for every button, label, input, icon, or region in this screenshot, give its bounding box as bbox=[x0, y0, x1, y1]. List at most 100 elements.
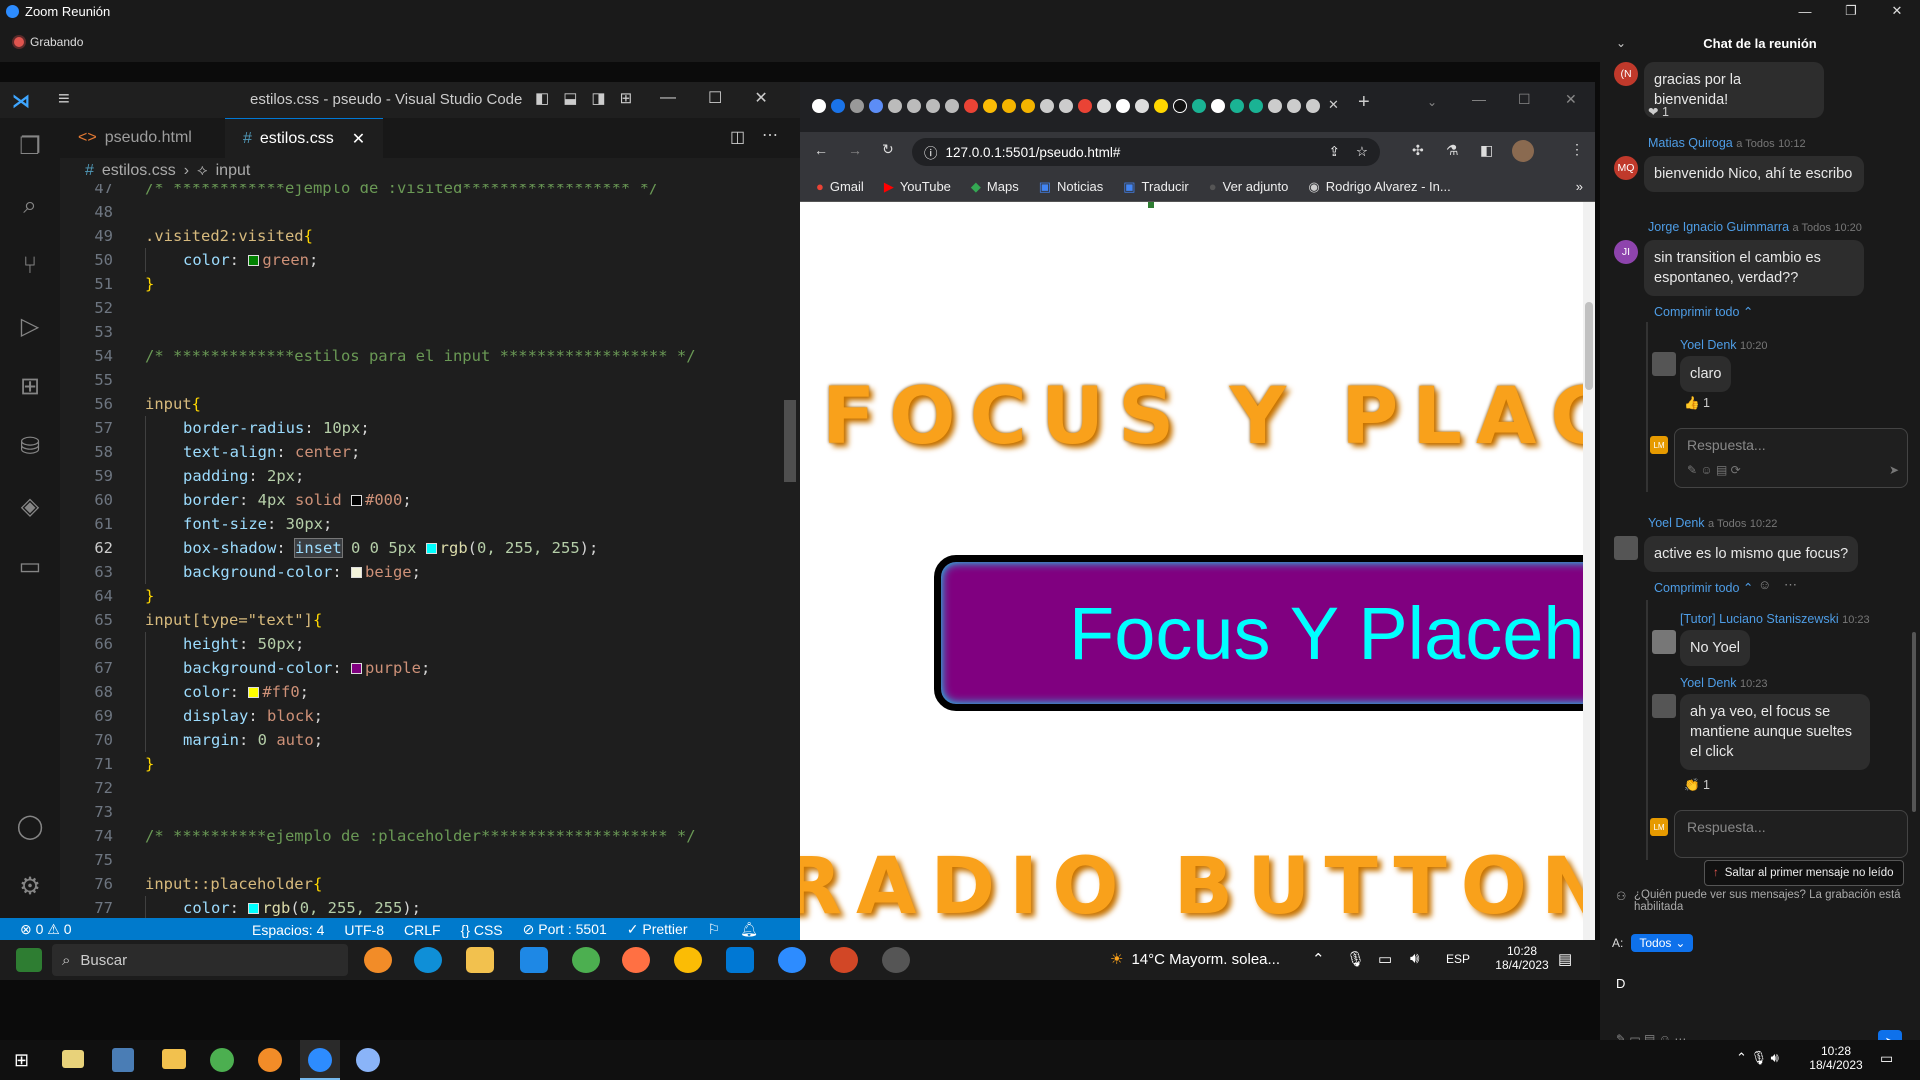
chrome-menu-icon[interactable]: ⋮ bbox=[1570, 141, 1584, 158]
labs-flask-icon[interactable]: ⚗ bbox=[1446, 142, 1459, 159]
minimize-icon[interactable]: — bbox=[1472, 91, 1486, 107]
hamburger-menu-icon[interactable]: ≡ bbox=[58, 88, 70, 111]
send-icon[interactable]: ➤ bbox=[1889, 463, 1899, 477]
favicon-icon[interactable] bbox=[1021, 99, 1035, 113]
media-icon[interactable] bbox=[882, 947, 910, 973]
favicon-icon[interactable] bbox=[1192, 99, 1206, 113]
forward-arrow-icon[interactable]: → bbox=[848, 142, 862, 158]
favicon-icon[interactable] bbox=[945, 99, 959, 113]
collapse-thread-button[interactable]: Comprimir todo ⌃ bbox=[1654, 580, 1753, 595]
reaction-badge[interactable]: 👍 1 bbox=[1684, 396, 1710, 411]
code-line[interactable]: 61 font-size: 30px; bbox=[60, 512, 800, 536]
split-editor-icon[interactable]: ◫ bbox=[730, 127, 745, 147]
favicon-icon[interactable] bbox=[983, 99, 997, 113]
add-reaction-icon[interactable]: ☺ bbox=[1758, 577, 1771, 592]
code-line[interactable]: 67 background-color: purple; bbox=[60, 656, 800, 680]
app-icon[interactable] bbox=[62, 1050, 84, 1068]
app-icon[interactable] bbox=[356, 1048, 380, 1072]
reply-tools-icons[interactable]: ✎ ☺ ▤ ⟳ bbox=[1687, 463, 1741, 477]
source-control-icon[interactable]: ⑂ bbox=[0, 238, 60, 294]
code-line[interactable]: 62 box-shadow: inset 0 0 5px rgb(0, 255, … bbox=[60, 536, 800, 560]
new-tab-icon[interactable]: + bbox=[1358, 91, 1370, 114]
favicon-icon[interactable] bbox=[1249, 99, 1263, 113]
code-line[interactable]: 74 /* **********ejemplo de :placeholder**… bbox=[60, 824, 800, 848]
input-language[interactable]: ESP bbox=[1446, 952, 1470, 966]
favicon-icon[interactable] bbox=[1135, 99, 1149, 113]
notifications-bell-icon[interactable]: 🔔︎ bbox=[740, 921, 758, 938]
breadcrumb-file[interactable]: estilos.css bbox=[102, 162, 176, 180]
code-line[interactable]: 75 bbox=[60, 848, 800, 872]
taskbar-search[interactable]: ⌕ Buscar bbox=[52, 944, 348, 976]
start-icon[interactable] bbox=[16, 948, 42, 972]
minimize-icon[interactable]: — bbox=[660, 89, 676, 107]
more-options-icon[interactable]: ⋯ bbox=[1784, 577, 1797, 593]
code-line[interactable]: 72 bbox=[60, 776, 800, 800]
close-tab-icon[interactable]: ✕ bbox=[1328, 97, 1339, 113]
chrome-profile-icon[interactable] bbox=[572, 947, 600, 973]
code-line[interactable]: 58 text-align: center; bbox=[60, 440, 800, 464]
code-line[interactable]: 49 .visited2:visited{ bbox=[60, 224, 800, 248]
bookmark-noticias[interactable]: ▣ Noticias bbox=[1039, 179, 1104, 195]
favicon-icon[interactable] bbox=[1059, 99, 1073, 113]
favicon-icon[interactable] bbox=[850, 99, 864, 113]
reply-box[interactable]: Respuesta... bbox=[1674, 810, 1908, 858]
live-server-port[interactable]: ⊘ Port : 5501 bbox=[523, 921, 607, 938]
back-arrow-icon[interactable]: ← bbox=[814, 142, 828, 158]
code-line[interactable]: 56 input{ bbox=[60, 392, 800, 416]
favicon-icon[interactable] bbox=[1078, 99, 1092, 113]
favicon-icon[interactable] bbox=[907, 99, 921, 113]
file-explorer-icon[interactable] bbox=[162, 1049, 186, 1069]
minimize-icon[interactable]: — bbox=[1782, 4, 1828, 19]
collapse-thread-button[interactable]: Comprimir todo ⌃ bbox=[1654, 304, 1753, 319]
tab-pseudo-html[interactable]: <> pseudo.html bbox=[60, 118, 210, 158]
favicon-icon[interactable] bbox=[1306, 99, 1320, 113]
restore-icon[interactable]: ❐ bbox=[1828, 3, 1874, 19]
extensions-puzzle-icon[interactable]: ✣ bbox=[1412, 142, 1424, 159]
eol-status[interactable]: CRLF bbox=[404, 922, 441, 938]
favicon-icon[interactable] bbox=[1154, 99, 1168, 113]
address-bar[interactable]: ⓘ 127.0.0.1:5501/pseudo.html# ⇪ ☆ bbox=[912, 138, 1380, 166]
favicon-icon[interactable] bbox=[926, 99, 940, 113]
tab-search-icon[interactable]: ⌄ bbox=[1427, 95, 1437, 109]
explorer-icon[interactable]: ❐ bbox=[0, 118, 60, 174]
customize-layout-icon[interactable]: ⊞ bbox=[620, 89, 633, 107]
windows-start-icon[interactable]: ⊞ bbox=[14, 1050, 29, 1071]
code-line[interactable]: 65 input[type="text"]{ bbox=[60, 608, 800, 632]
edge-icon[interactable] bbox=[414, 947, 442, 973]
jump-to-unread-button[interactable]: ↑ Saltar al primer mensaje no leído bbox=[1704, 860, 1904, 886]
reaction-badge[interactable]: 👏 1 bbox=[1684, 778, 1710, 793]
demo-text-input[interactable]: Focus Y Placeh bbox=[934, 555, 1583, 711]
more-bookmarks-icon[interactable]: » bbox=[1576, 179, 1583, 194]
weather-widget[interactable]: ☀ 14°C Mayorm. solea... bbox=[1110, 950, 1280, 969]
code-line[interactable]: 59 padding: 2px; bbox=[60, 464, 800, 488]
reload-icon[interactable]: ↻ bbox=[882, 141, 894, 158]
close-icon[interactable]: ✕ bbox=[1874, 3, 1920, 19]
chat-scrollbar[interactable] bbox=[1912, 632, 1916, 812]
editor-scrollbar[interactable] bbox=[784, 400, 796, 482]
bookmark-ver-adjunto[interactable]: ● Ver adjunto bbox=[1209, 179, 1289, 194]
favicon-icon[interactable] bbox=[1116, 99, 1130, 113]
favicon-icon[interactable] bbox=[1268, 99, 1282, 113]
favicon-icon[interactable] bbox=[888, 99, 902, 113]
encoding-status[interactable]: UTF-8 bbox=[344, 922, 384, 938]
prettier-status[interactable]: ✓ Prettier bbox=[627, 921, 688, 938]
site-info-icon[interactable]: ⓘ bbox=[924, 142, 938, 162]
code-line[interactable]: 71} bbox=[60, 752, 800, 776]
code-line[interactable]: 70 margin: 0 auto; bbox=[60, 728, 800, 752]
zoom-taskbar-icon[interactable] bbox=[778, 947, 806, 973]
clock[interactable]: 10:28 18/4/2023 bbox=[1806, 1044, 1866, 1072]
code-line[interactable]: 76 input::placeholder{ bbox=[60, 872, 800, 896]
vscode-taskbar-icon[interactable] bbox=[726, 947, 754, 973]
maximize-icon[interactable]: ☐ bbox=[1518, 91, 1531, 108]
page-scrollbar[interactable] bbox=[1583, 202, 1595, 940]
bookmark-youtube[interactable]: ▶ YouTube bbox=[884, 179, 951, 195]
close-icon[interactable]: ✕ bbox=[1565, 91, 1577, 108]
tray-icons[interactable]: ⌃ 🎙︎ 🔊︎ bbox=[1736, 1050, 1779, 1066]
favicon-icon[interactable] bbox=[1002, 99, 1016, 113]
code-line[interactable]: 66 height: 50px; bbox=[60, 632, 800, 656]
message-input[interactable]: D bbox=[1616, 976, 1625, 991]
code-line[interactable]: 54 /* *************estilos para el input … bbox=[60, 344, 800, 368]
code-line[interactable]: 47 /* ************ejemplo de :visited****… bbox=[60, 184, 800, 200]
profile-avatar[interactable] bbox=[1512, 140, 1534, 162]
favicon-icon[interactable] bbox=[1173, 99, 1187, 113]
